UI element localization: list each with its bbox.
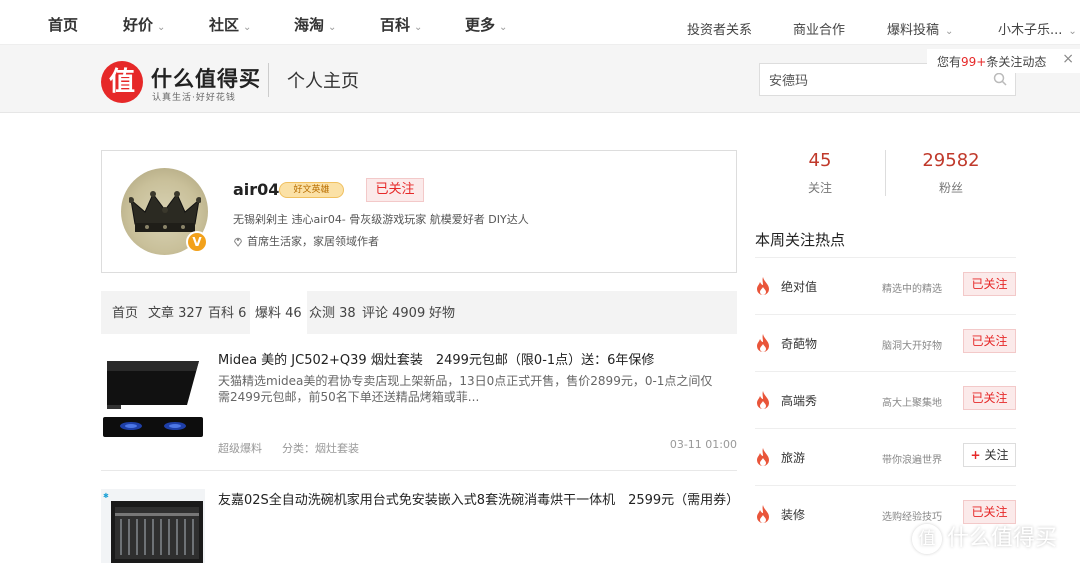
- tab-wiki[interactable]: 百科 6: [208, 291, 246, 334]
- followers-label: 粉丝: [938, 181, 963, 195]
- flame-icon: [757, 391, 769, 409]
- topic-slogan: 带你浪遍世界: [882, 455, 942, 466]
- nav-business[interactable]: 商业合作: [793, 19, 845, 38]
- medal-badge[interactable]: 好文英雄: [279, 182, 344, 198]
- search-icon[interactable]: [993, 72, 1007, 86]
- topic-follow-button[interactable]: 已关注: [963, 272, 1016, 296]
- hot-topic-item[interactable]: 奇葩物 脑洞大开好物 已关注: [755, 315, 1016, 371]
- flame-icon: [757, 448, 769, 466]
- chevron-down-icon: ⌄: [1068, 26, 1077, 37]
- username: air04: [233, 180, 280, 199]
- watermark-logo-icon: 值: [912, 524, 942, 554]
- topic-name[interactable]: 绝对值: [781, 278, 817, 295]
- product-thumbnail[interactable]: ✱: [101, 489, 205, 569]
- hot-topic-item[interactable]: 高端秀 高大上聚集地 已关注: [755, 372, 1016, 428]
- tab-submissions[interactable]: 爆料 46: [250, 291, 307, 334]
- crown-image: [129, 191, 201, 232]
- tab-articles[interactable]: 文章 327: [148, 291, 203, 334]
- article-title[interactable]: 友嘉02S全自动洗碗机家用台式免安装嵌入式8套洗碗消毒烘干一体机 2599元（需…: [218, 489, 739, 508]
- chevron-down-icon: ⌄: [328, 22, 337, 33]
- topic-name[interactable]: 旅游: [781, 449, 805, 466]
- user-bio: 无锡剁剁主 违心air04- 骨灰级游戏玩家 航模爱好者 DIY达人: [233, 213, 529, 226]
- chevron-down-icon: ⌄: [243, 22, 252, 33]
- following-label: 关注: [807, 181, 832, 195]
- stat-following[interactable]: 45 关注: [755, 150, 885, 196]
- dishwasher-image: ✱: [101, 489, 205, 563]
- nav-overseas[interactable]: 海淘 ⌄: [294, 14, 336, 35]
- hot-topic-item[interactable]: 绝对值 精选中的精选 已关注: [755, 258, 1016, 314]
- follow-notification[interactable]: 您有99+条关注动态 ×: [927, 49, 1080, 73]
- logo-slogan: 认真生活·好好花钱: [152, 93, 236, 103]
- topic-name[interactable]: 装修: [781, 506, 805, 523]
- nav-deals[interactable]: 好价 ⌄: [123, 14, 165, 35]
- follow-button[interactable]: 已关注: [366, 178, 424, 202]
- article-description: 天猫精选midea美的君协专卖店现上架新品，13日0点正式开售，售价2899元，…: [218, 374, 713, 404]
- hot-topic-item[interactable]: 旅游 带你浪遍世界 + 关注: [755, 429, 1016, 485]
- topic-name[interactable]: 高端秀: [781, 392, 817, 409]
- stat-followers[interactable]: 29582 粉丝: [886, 150, 1016, 196]
- chevron-down-icon: ⌄: [499, 22, 508, 33]
- logo-icon[interactable]: 值: [101, 61, 143, 103]
- article-tag: 超级爆料: [218, 442, 262, 455]
- site-header: 值 什么值得买 认真生活·好好花钱 个人主页: [0, 45, 1080, 113]
- following-count: 45: [808, 150, 832, 171]
- topic-follow-button[interactable]: 已关注: [963, 386, 1016, 410]
- notification-count: 99+: [961, 55, 987, 69]
- nav-submit[interactable]: 爆料投稿 ⌄: [887, 19, 953, 38]
- topic-slogan: 高大上聚集地: [882, 398, 942, 409]
- chevron-down-icon: ⌄: [157, 22, 166, 33]
- page-title: 个人主页: [287, 71, 359, 92]
- hot-topics-title: 本周关注热点: [755, 231, 846, 249]
- divider: [101, 470, 737, 471]
- svg-text:✱: ✱: [103, 492, 109, 500]
- user-title: 首席生活家，家居领域作者: [233, 233, 379, 249]
- article-time: 03-11 01:00: [669, 438, 737, 451]
- chevron-down-icon: ⌄: [414, 22, 423, 33]
- profile-tabs: 首页 文章 327 百科 6 爆料 46 众测 38 评论 4909 好物: [101, 291, 737, 334]
- followers-count: 29582: [922, 150, 980, 171]
- watermark: 值什么值得买: [912, 520, 1057, 554]
- topic-follow-button[interactable]: 已关注: [963, 329, 1016, 353]
- plus-icon: +: [970, 448, 981, 462]
- tab-reviews[interactable]: 众测 38: [309, 291, 356, 334]
- header-divider: [268, 63, 269, 97]
- topic-slogan: 精选中的精选: [882, 284, 942, 295]
- user-stats: 45 关注 29582 粉丝: [755, 150, 1016, 210]
- tab-goods[interactable]: 好物: [429, 291, 455, 334]
- topic-follow-button[interactable]: + 关注: [963, 443, 1016, 467]
- article-item[interactable]: Midea 美的 JC502+Q39 烟灶套装 2499元包邮（限0-1点）送：…: [101, 349, 737, 459]
- article-title[interactable]: Midea 美的 JC502+Q39 烟灶套装 2499元包邮（限0-1点）送：…: [218, 349, 654, 368]
- location-pin-icon: [234, 237, 242, 247]
- nav-user-menu[interactable]: 小木子乐... ⌄: [998, 19, 1077, 38]
- tab-home[interactable]: 首页: [112, 291, 138, 334]
- nav-investor-relations[interactable]: 投资者关系: [687, 19, 752, 38]
- article-item[interactable]: ✱ 友嘉02S全自动洗碗机家用台式免安装嵌入式8套洗碗消毒烘干一体机 2599元…: [101, 489, 739, 569]
- flame-icon: [757, 277, 769, 295]
- flame-icon: [757, 505, 769, 523]
- product-thumbnail[interactable]: [101, 349, 205, 437]
- close-icon[interactable]: ×: [1062, 51, 1074, 67]
- article-category[interactable]: 分类：烟灶套装: [282, 442, 359, 455]
- logo-text[interactable]: 什么值得买: [151, 63, 261, 93]
- nav-more[interactable]: 更多 ⌄: [465, 14, 507, 35]
- nav-home[interactable]: 首页: [48, 14, 78, 35]
- tab-comments[interactable]: 评论 4909: [362, 291, 425, 334]
- verified-badge-icon: V: [186, 231, 208, 253]
- article-meta: 超级爆料 分类：烟灶套装: [218, 440, 359, 456]
- range-hood-image: [103, 361, 203, 437]
- chevron-down-icon: ⌄: [945, 26, 954, 37]
- nav-wiki[interactable]: 百科 ⌄: [380, 14, 422, 35]
- nav-community[interactable]: 社区 ⌄: [209, 14, 251, 35]
- top-navigation: 首页 好价 ⌄ 社区 ⌄ 海淘 ⌄ 百科 ⌄ 更多 ⌄ 投资者关系 商业合作 爆料投稿 ⌄ …: [0, 0, 1080, 45]
- profile-card: V air04 好文英雄 已关注 无锡剁剁主 违心air04- 骨灰级游戏玩家 …: [101, 150, 737, 273]
- topic-slogan: 脑洞大开好物: [882, 341, 942, 352]
- topic-name[interactable]: 奇葩物: [781, 335, 817, 352]
- flame-icon: [757, 334, 769, 352]
